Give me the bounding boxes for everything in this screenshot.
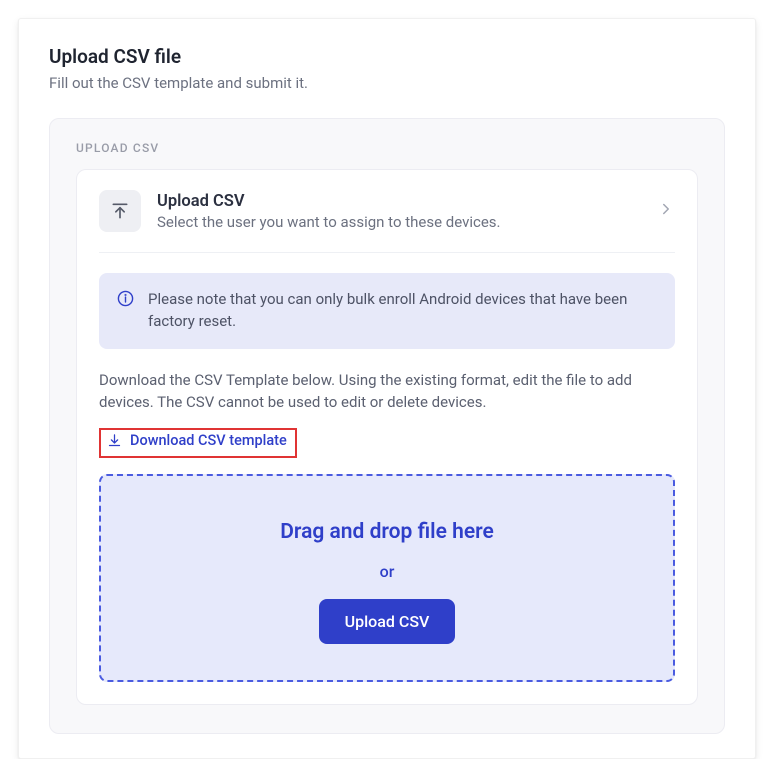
download-csv-template-label: Download CSV template [130, 432, 287, 449]
instruction-text: Download the CSV Template below. Using t… [99, 369, 675, 414]
upload-csv-card: Upload CSV Select the user you want to a… [76, 169, 698, 705]
download-highlight: Download CSV template [99, 428, 297, 458]
upload-icon [99, 190, 141, 232]
section-label: UPLOAD CSV [76, 141, 698, 155]
step-description: Select the user you want to assign to th… [157, 213, 641, 231]
step-text: Upload CSV Select the user you want to a… [157, 192, 641, 231]
step-title: Upload CSV [157, 192, 641, 211]
step-header[interactable]: Upload CSV Select the user you want to a… [99, 190, 675, 253]
info-icon [117, 290, 134, 311]
dropzone-or: or [380, 562, 395, 581]
upload-csv-page: Upload CSV file Fill out the CSV templat… [18, 18, 756, 759]
upload-csv-button[interactable]: Upload CSV [319, 599, 456, 644]
chevron-right-icon [657, 200, 675, 222]
file-dropzone[interactable]: Drag and drop file here or Upload CSV [99, 474, 675, 682]
page-subtitle: Fill out the CSV template and submit it. [49, 74, 725, 92]
page-title: Upload CSV file [49, 45, 725, 68]
info-banner-text: Please note that you can only bulk enrol… [148, 289, 657, 333]
download-csv-template-link[interactable]: Download CSV template [107, 432, 287, 449]
upload-csv-section: UPLOAD CSV Upload CSV Select the user yo… [49, 118, 725, 734]
info-banner: Please note that you can only bulk enrol… [99, 273, 675, 349]
dropzone-title: Drag and drop file here [280, 520, 494, 544]
